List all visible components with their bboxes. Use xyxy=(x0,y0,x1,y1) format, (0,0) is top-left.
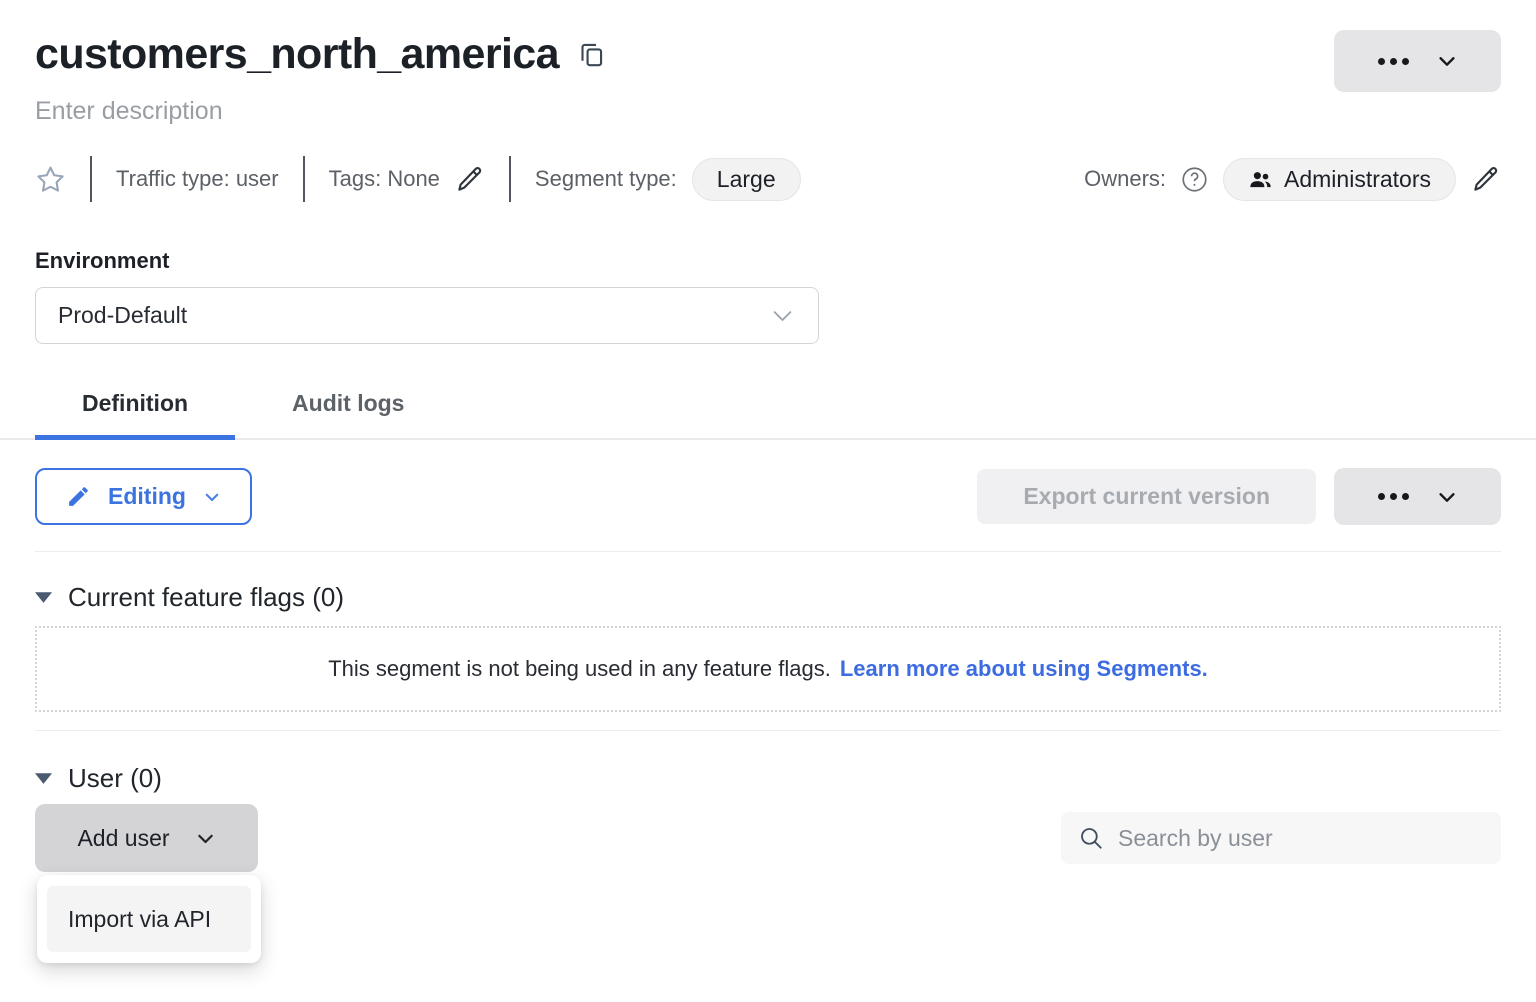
environment-select[interactable]: Prod-Default xyxy=(35,287,819,344)
add-user-button[interactable]: Add user xyxy=(35,804,258,872)
edit-owners-pencil-icon[interactable] xyxy=(1471,164,1501,194)
segment-type-group: Segment type: Large xyxy=(535,158,801,201)
definition-more-button[interactable] xyxy=(1334,468,1501,525)
chevron-down-icon xyxy=(203,488,221,506)
divider xyxy=(35,551,1501,552)
empty-message: This segment is not being used in any fe… xyxy=(328,656,831,682)
add-user-label: Add user xyxy=(77,825,169,852)
chevron-down-icon xyxy=(1436,50,1458,72)
user-heading: User (0) xyxy=(68,763,162,794)
page-title: customers_north_america xyxy=(35,30,559,79)
search-by-user-field[interactable] xyxy=(1061,812,1501,864)
people-icon xyxy=(1248,167,1273,192)
copy-icon[interactable] xyxy=(578,41,605,68)
add-user-dropdown-menu: Import via API xyxy=(37,875,261,963)
chevron-down-icon xyxy=(195,828,216,849)
owners-badge[interactable]: Administrators xyxy=(1223,158,1456,201)
owners-group: Owners: Administrators xyxy=(1084,158,1501,201)
tab-definition[interactable]: Definition xyxy=(35,390,235,438)
user-section-toggle[interactable]: User (0) xyxy=(35,763,162,794)
more-dots-icon xyxy=(1378,58,1409,65)
tab-bar: Definition Audit logs xyxy=(0,390,1536,440)
search-input[interactable] xyxy=(1116,824,1484,853)
tags-group: Tags: None xyxy=(329,164,485,194)
tab-audit-logs[interactable]: Audit logs xyxy=(245,390,451,438)
description-placeholder[interactable]: Enter description xyxy=(35,97,223,126)
header-more-button[interactable] xyxy=(1334,30,1501,92)
segment-detail-page: customers_north_america Enter descriptio… xyxy=(0,0,1536,872)
feature-flags-heading: Current feature flags (0) xyxy=(68,582,344,613)
actions-row: Editing Export current version xyxy=(35,468,1501,525)
environment-label: Environment xyxy=(35,248,1501,274)
tags-label: Tags: None xyxy=(329,166,440,192)
segment-type-label: Segment type: xyxy=(535,166,677,192)
help-question-icon[interactable] xyxy=(1181,166,1208,193)
chevron-down-icon xyxy=(1436,486,1458,508)
segment-type-badge: Large xyxy=(692,158,801,201)
feature-flags-section-toggle[interactable]: Current feature flags (0) xyxy=(35,582,344,613)
collapse-triangle-icon xyxy=(35,592,52,603)
separator xyxy=(509,156,511,202)
divider xyxy=(35,730,1501,731)
editing-status-button[interactable]: Editing xyxy=(35,468,252,525)
pencil-icon xyxy=(66,484,91,509)
edit-tags-pencil-icon[interactable] xyxy=(455,164,485,194)
user-actions-row: Add user Import via API xyxy=(35,804,1501,872)
editing-label: Editing xyxy=(108,483,186,510)
owners-label: Owners: xyxy=(1084,166,1166,192)
meta-row: Traffic type: user Tags: None Segment ty… xyxy=(35,156,1501,202)
page-header: customers_north_america Enter descriptio… xyxy=(35,0,1501,126)
traffic-type-label: Traffic type: user xyxy=(116,166,279,192)
more-dots-icon xyxy=(1378,493,1409,500)
star-icon[interactable] xyxy=(35,164,66,195)
owners-value: Administrators xyxy=(1284,166,1431,193)
search-icon xyxy=(1078,825,1104,851)
separator xyxy=(90,156,92,202)
menu-item-import-via-api[interactable]: Import via API xyxy=(47,886,251,952)
feature-flags-empty-state: This segment is not being used in any fe… xyxy=(35,626,1501,712)
chevron-down-icon xyxy=(769,302,796,329)
environment-selected-value: Prod-Default xyxy=(58,302,187,329)
separator xyxy=(303,156,305,202)
learn-more-link[interactable]: Learn more about using Segments. xyxy=(840,656,1208,682)
export-current-version-button[interactable]: Export current version xyxy=(977,469,1316,524)
collapse-triangle-icon xyxy=(35,773,52,784)
